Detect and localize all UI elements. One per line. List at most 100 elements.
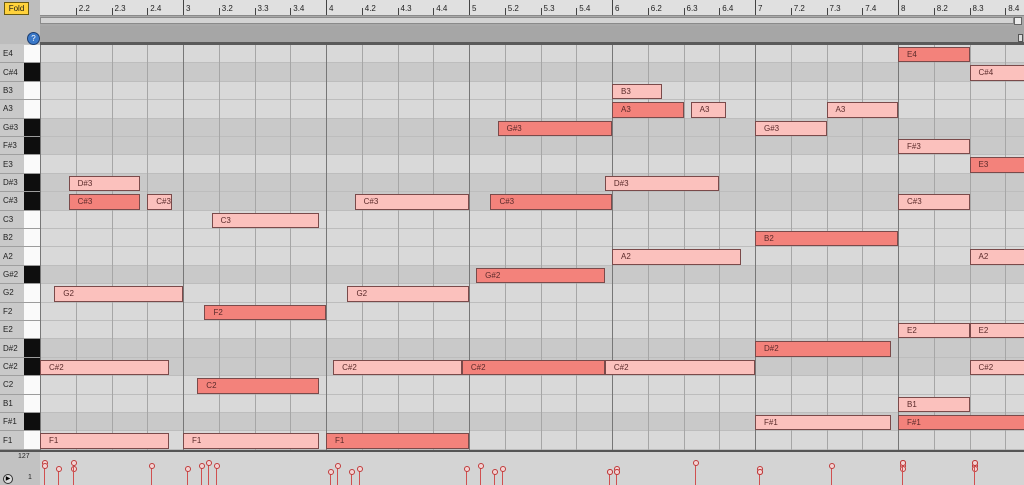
midi-note[interactable]: A2 bbox=[969, 249, 1024, 265]
velocity-handle[interactable] bbox=[614, 469, 620, 475]
piano-key[interactable] bbox=[24, 173, 40, 193]
piano-key[interactable] bbox=[24, 284, 40, 303]
key-gsharp2[interactable]: G#2 bbox=[0, 265, 40, 285]
piano-key[interactable] bbox=[24, 357, 40, 377]
midi-note[interactable]: G#2 bbox=[476, 267, 605, 284]
midi-note[interactable]: C#3 bbox=[490, 194, 612, 210]
key-c2[interactable]: C2 bbox=[0, 376, 40, 395]
horizontal-scrollbar[interactable] bbox=[40, 16, 1024, 26]
midi-note[interactable]: C#2 bbox=[969, 359, 1024, 376]
key-dsharp2[interactable]: D#2 bbox=[0, 339, 40, 358]
velocity-handle[interactable] bbox=[185, 466, 191, 472]
velocity-handle[interactable] bbox=[499, 466, 506, 472]
midi-note[interactable]: A3 bbox=[826, 102, 898, 118]
piano-key[interactable] bbox=[24, 431, 40, 450]
velocity-handle[interactable] bbox=[328, 469, 334, 475]
piano-key[interactable] bbox=[24, 118, 40, 137]
midi-note[interactable]: F#3 bbox=[898, 139, 970, 155]
piano-key[interactable] bbox=[24, 265, 40, 285]
midi-note[interactable]: E2 bbox=[898, 323, 970, 339]
midi-note[interactable]: F1 bbox=[326, 433, 469, 449]
velocity-handle[interactable] bbox=[213, 463, 220, 469]
velocity-handle[interactable] bbox=[692, 460, 699, 466]
velocity-handle[interactable] bbox=[492, 469, 499, 475]
key-a2[interactable]: A2 bbox=[0, 247, 40, 266]
velocity-handle[interactable] bbox=[757, 469, 763, 475]
midi-note[interactable]: A3 bbox=[690, 102, 727, 118]
velocity-handle[interactable] bbox=[199, 463, 206, 469]
piano-key[interactable] bbox=[24, 339, 40, 358]
midi-note[interactable]: E4 bbox=[898, 47, 970, 63]
velocity-handle[interactable] bbox=[606, 469, 613, 475]
piano-key[interactable] bbox=[24, 376, 40, 395]
velocity-handle[interactable] bbox=[900, 466, 906, 472]
note-grid[interactable]: E4 C#4 B3 A3 A3 A3 G#3 G#3 F#3 E3 D#3 D#3 C#3 C#3 C#3 C… bbox=[40, 45, 1024, 450]
velocity-handle[interactable] bbox=[70, 466, 77, 472]
midi-note[interactable]: C#2 bbox=[333, 359, 462, 376]
key-e2[interactable]: E2 bbox=[0, 321, 40, 340]
midi-note[interactable]: C#2 bbox=[40, 359, 169, 376]
velocity-handle[interactable] bbox=[335, 463, 342, 469]
piano-key[interactable] bbox=[24, 137, 40, 156]
key-f2[interactable]: F2 bbox=[0, 302, 40, 321]
midi-note[interactable]: C2 bbox=[197, 378, 319, 394]
velocity-handle[interactable] bbox=[356, 466, 363, 472]
velocity-handle[interactable] bbox=[42, 463, 48, 469]
scroll-thumb[interactable] bbox=[40, 17, 1014, 24]
beat-time-ruler[interactable]: 2.2 2.3 2.4 3 3.2 3.3 3.4 4 4.2 4.3 4.4 5 5.2 5.3 5.4 6… bbox=[40, 0, 1024, 16]
midi-note[interactable]: C3 bbox=[211, 212, 319, 228]
velocity-handle[interactable] bbox=[828, 463, 835, 469]
key-b3[interactable]: B3 bbox=[0, 81, 40, 101]
midi-note[interactable]: C#2 bbox=[461, 359, 605, 376]
midi-note[interactable]: F#1 bbox=[898, 415, 1024, 431]
key-e4[interactable]: E4 bbox=[0, 45, 40, 64]
midi-note[interactable]: C#3 bbox=[354, 194, 469, 210]
midi-note[interactable]: E2 bbox=[969, 323, 1024, 339]
midi-note[interactable]: D#3 bbox=[604, 175, 720, 192]
midi-note[interactable]: A3 bbox=[612, 102, 684, 118]
velocity-handle[interactable] bbox=[206, 460, 213, 466]
velocity-handle[interactable] bbox=[478, 463, 485, 469]
midi-note[interactable]: C#3 bbox=[147, 194, 172, 210]
key-f1[interactable]: F1 bbox=[0, 431, 40, 450]
midi-note[interactable]: A2 bbox=[612, 249, 741, 265]
piano-key[interactable] bbox=[24, 413, 40, 432]
fold-button[interactable]: Fold bbox=[4, 2, 29, 15]
key-fsharp1[interactable]: F#1 bbox=[0, 413, 40, 432]
key-csharp2[interactable]: C#2 bbox=[0, 357, 40, 377]
midi-note[interactable]: C#3 bbox=[68, 194, 141, 210]
piano-key[interactable] bbox=[24, 394, 40, 413]
key-c3[interactable]: C3 bbox=[0, 210, 40, 229]
loop-bar[interactable] bbox=[40, 26, 1024, 42]
piano-key[interactable] bbox=[24, 63, 40, 82]
key-gsharp3[interactable]: G#3 bbox=[0, 118, 40, 137]
piano-key[interactable] bbox=[24, 302, 40, 321]
midi-note[interactable]: C#2 bbox=[604, 359, 755, 376]
midi-note[interactable]: F1 bbox=[183, 433, 319, 449]
help-icon[interactable]: ? bbox=[27, 32, 40, 45]
piano-key[interactable] bbox=[24, 229, 40, 248]
midi-note[interactable]: F2 bbox=[204, 304, 326, 320]
midi-note[interactable]: F#1 bbox=[755, 415, 891, 431]
velocity-handle[interactable] bbox=[149, 463, 156, 469]
key-b2[interactable]: B2 bbox=[0, 229, 40, 248]
key-a3[interactable]: A3 bbox=[0, 100, 40, 119]
midi-note[interactable]: D#2 bbox=[755, 341, 891, 357]
velocity-handle[interactable] bbox=[971, 466, 978, 472]
key-fsharp3[interactable]: F#3 bbox=[0, 137, 40, 156]
piano-key[interactable] bbox=[24, 45, 40, 64]
velocity-handle[interactable] bbox=[463, 466, 470, 472]
key-e3[interactable]: E3 bbox=[0, 155, 40, 174]
velocity-handle[interactable] bbox=[70, 460, 77, 466]
key-b1[interactable]: B1 bbox=[0, 394, 40, 413]
midi-note[interactable]: C#3 bbox=[898, 194, 970, 210]
velocity-handle[interactable] bbox=[900, 460, 906, 466]
midi-note[interactable]: G#3 bbox=[755, 120, 827, 136]
midi-note[interactable]: D#3 bbox=[68, 175, 141, 192]
scroll-arrow-icon[interactable] bbox=[1014, 17, 1022, 25]
midi-note[interactable]: F1 bbox=[40, 433, 169, 449]
velocity-handle[interactable] bbox=[56, 466, 63, 472]
key-dsharp3[interactable]: D#3 bbox=[0, 173, 40, 193]
piano-key[interactable] bbox=[24, 155, 40, 174]
midi-note[interactable]: B1 bbox=[898, 396, 970, 412]
